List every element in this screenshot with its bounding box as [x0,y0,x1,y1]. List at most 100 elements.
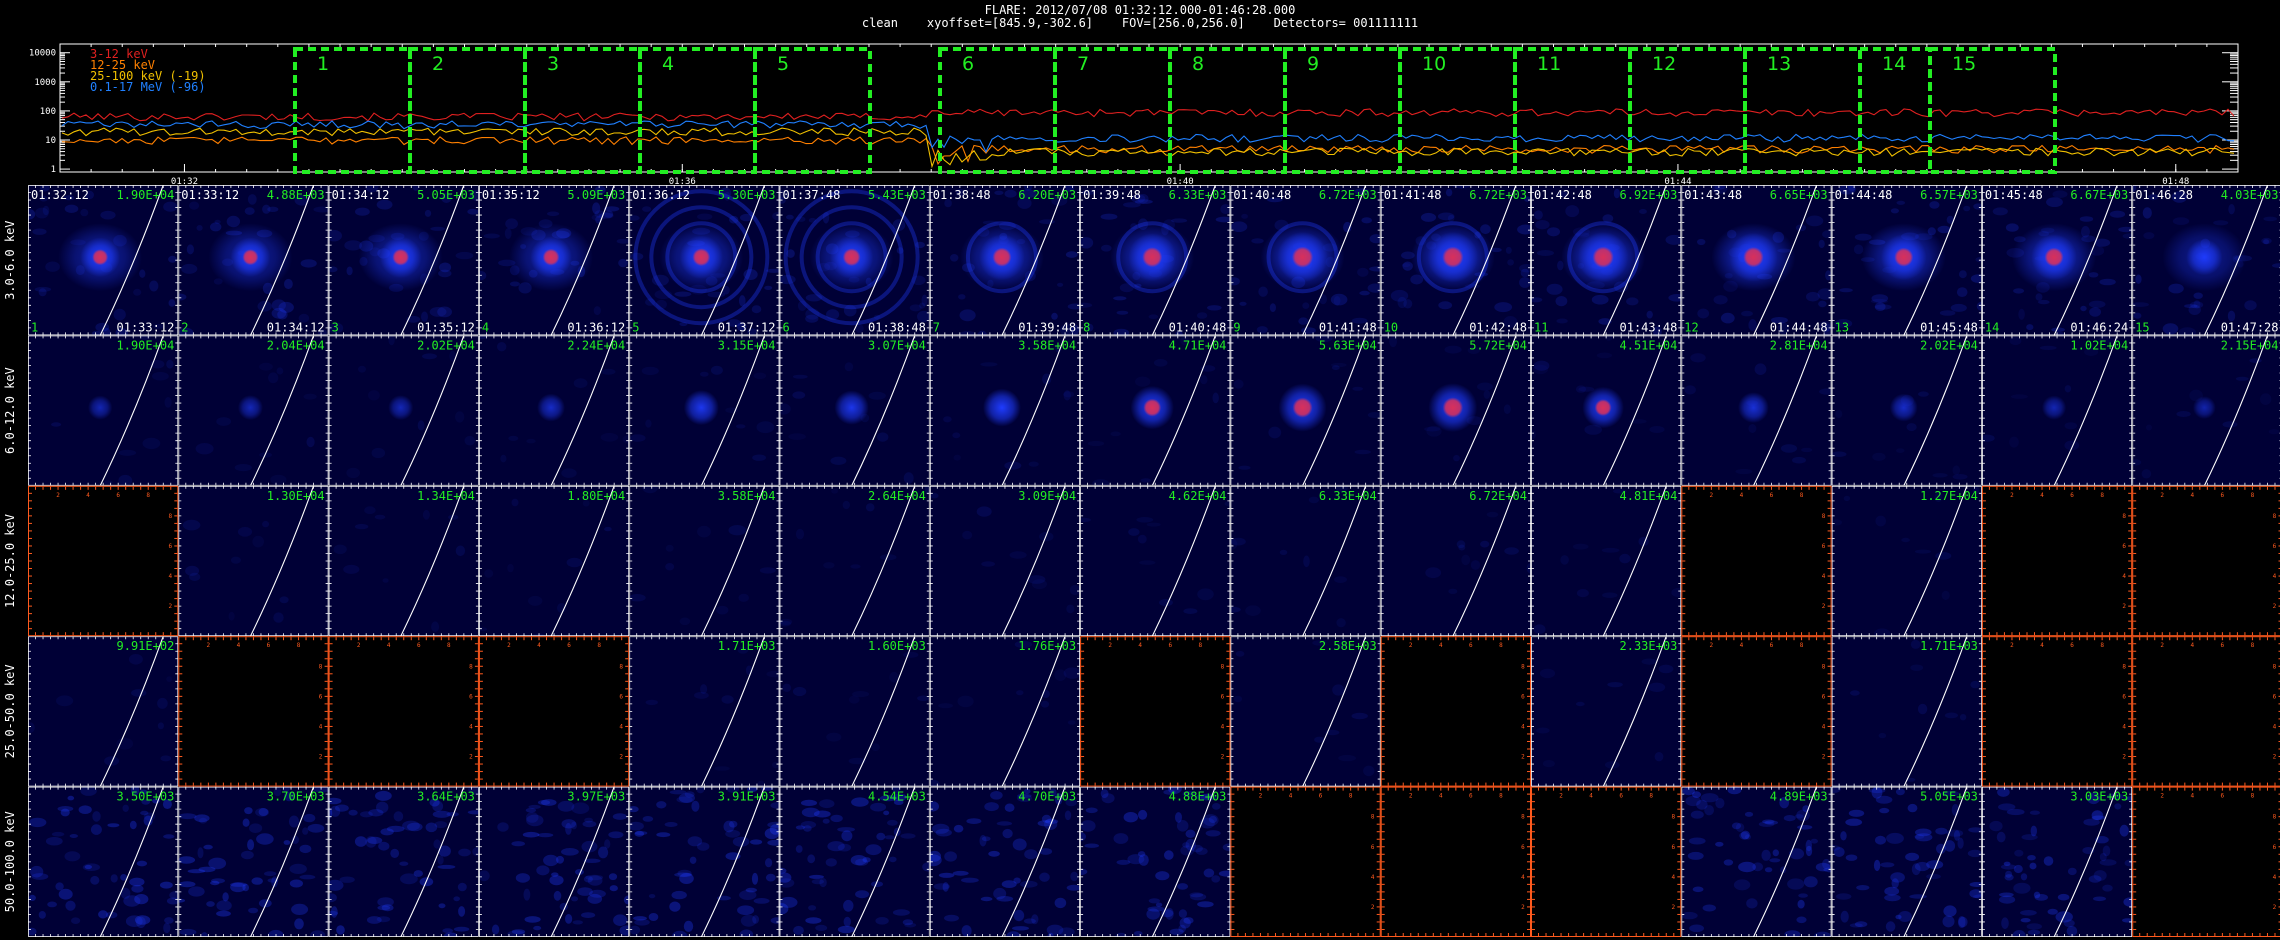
empty-panel-tick-label: 2 [2122,603,2126,610]
background-artifact [1952,474,1968,480]
background-artifact [504,228,512,239]
background-artifact [508,435,519,441]
background-artifact [185,565,200,576]
background-artifact [1239,301,1247,306]
background-artifact [455,545,466,557]
time-interval-label: 5 [777,53,789,75]
background-artifact [139,269,146,278]
y-tick-label: 10 [45,136,56,146]
background-artifact [952,432,961,439]
background-artifact [1896,200,1906,205]
background-artifact [1359,290,1370,296]
background-artifact [547,211,560,217]
interval-index-label: 9 [1233,320,1240,334]
background-artifact [1963,205,1971,212]
end-time-label: 01:45:48 [1920,320,1978,334]
empty-panel-tick-label: 6 [319,693,323,700]
empty-panel-tick-label: 2 [2160,492,2164,499]
background-artifact [163,201,178,212]
background-artifact [642,206,652,212]
peak-value-label: 6.72E+04 [1469,489,1527,503]
background-artifact [1486,511,1499,518]
background-artifact [343,564,360,574]
background-artifact [166,359,174,369]
empty-panel-tick-label: 2 [207,642,211,649]
empty-panel-tick-label: 8 [146,492,150,499]
empty-panel-tick-label: 2 [319,754,323,761]
interval-index-label: 14 [1985,320,1999,334]
background-artifact [1200,375,1208,385]
start-time-label: 01:39:48 [1083,188,1141,202]
background-artifact [1302,302,1310,309]
background-artifact [374,514,386,520]
image-panel: 1.34E+04 [328,485,479,637]
end-time-label: 01:39:48 [1018,320,1076,334]
panel-content: 3.58E+04 [929,335,1081,486]
background-artifact [1505,246,1512,254]
background-artifact [364,506,376,515]
panel-background [28,636,179,787]
background-artifact [277,309,288,320]
background-artifact [244,207,255,215]
panel-content: 3.15E+04 [629,335,780,486]
background-artifact [1215,216,1231,223]
source-blob [537,393,566,422]
background-artifact [1330,293,1348,306]
panel-content: 6.92E+03 01:42:48 01:43:48 11 [1531,185,1682,336]
background-artifact [273,612,284,623]
background-artifact [484,569,494,578]
empty-panel-tick-label: 6 [1770,492,1774,499]
background-artifact [792,391,806,399]
peak-value-label: 5.09E+03 [567,188,625,202]
background-artifact [1238,465,1251,470]
empty-panel-tick-label: 6 [2122,543,2126,550]
background-artifact [279,596,289,604]
image-panel: 1.02E+04 [1981,335,2133,486]
background-artifact [32,228,47,235]
image-panel: 6.72E+03 01:40:48 01:41:48 9 [1230,185,1381,336]
background-artifact [1890,208,1899,214]
background-artifact [1665,234,1682,245]
background-artifact [133,288,142,296]
background-artifact [1818,239,1825,249]
y-tick-label: 1000 [34,78,56,88]
background-artifact [950,254,959,262]
panel-content: 6.57E+03 01:44:48 01:45:48 13 [1831,185,1982,336]
background-artifact [1735,468,1753,475]
panel-content: 5.43E+03 01:37:48 01:38:48 6 [779,185,930,336]
background-artifact [1027,575,1046,584]
source-core [842,248,861,267]
background-artifact [592,202,601,215]
background-artifact [1258,286,1268,297]
background-artifact [1690,353,1706,363]
empty-panel-tick-label: 2 [168,603,172,610]
background-artifact [2176,411,2191,417]
background-artifact [665,544,674,552]
start-time-label: 01:46:28 [2135,188,2193,202]
panel-content: 6.72E+03 01:41:48 01:42:48 10 [1380,185,1531,336]
legend-entry: 0.1-17 MeV (-96) [90,80,206,94]
background-artifact [1565,205,1580,218]
background-artifact [262,520,270,528]
panel-content: 6.33E+04 [1230,485,1381,637]
panel-content: 1.02E+04 [1981,335,2133,486]
background-artifact [1456,540,1466,549]
background-artifact [779,618,793,626]
empty-panel-tick-label: 2 [2273,603,2277,610]
image-grid: 3.0-6.0 keV6.0-12.0 keV12.0-25.0 keV25.0… [3,185,2280,937]
end-time-label: 01:47:28 [2221,320,2279,334]
panel-content: 2.81E+04 [1681,335,1832,486]
peak-value-label: 2.15E+04 [2221,338,2279,352]
image-panel: 3.15E+04 [629,335,780,486]
peak-value-label: 1.90E+04 [117,338,175,352]
background-artifact [1437,212,1455,221]
background-artifact [2235,376,2249,381]
image-panel: 2.64E+04 [779,485,930,637]
background-artifact [1874,304,1892,310]
background-artifact [930,493,939,499]
background-artifact [1959,270,1967,279]
background-artifact [1212,392,1219,404]
peak-value-label: 2.02E+04 [1920,338,1978,352]
background-artifact [1754,363,1767,375]
background-artifact [1453,454,1460,462]
